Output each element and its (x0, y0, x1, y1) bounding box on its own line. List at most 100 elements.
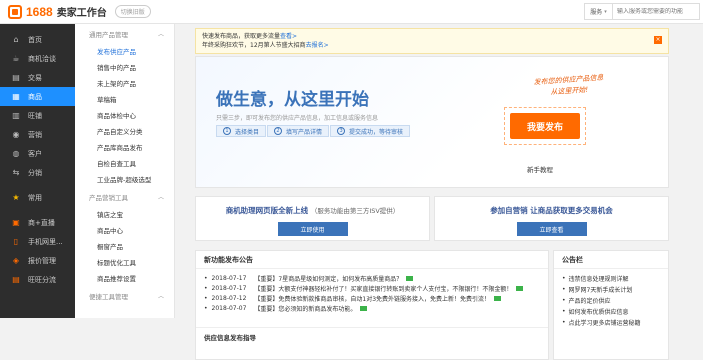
left-nav: ⌂ 首页 ☕ 商机洽谈 ▤ 交易 ▦ 商品 ▥ 旺铺 ◉ 营销 ◍ 客户 ⇆ 分销 ★ 常用 ▣ 商… (0, 24, 75, 318)
list-item[interactable]: • 违禁信息处理规则详解 (562, 273, 660, 284)
logo[interactable]: 1688 卖家工作台 切换旧版 (8, 4, 151, 19)
sub-nav: 通用产品管理 ︿ 发布供应产品 销售中的产品 未上架的产品 草稿箱 商品体检中心 … (75, 24, 175, 318)
nav-label: 交易 (28, 73, 42, 82)
hero-title: 做生意，从这里开始 (216, 90, 369, 110)
announcement-title: 新功能发布公告 (196, 251, 548, 269)
shop-icon: ▥ (12, 111, 20, 120)
logo-mark-icon (8, 4, 22, 19)
live-icon: ▣ (12, 218, 20, 227)
sub-item-custom-category[interactable]: 产品自定义分类 (75, 123, 174, 139)
notice-link-view[interactable]: 查看> (280, 33, 297, 40)
search-bar: 服务 ▾ (584, 3, 700, 20)
list-item[interactable]: • 2018-07-17 【重要】大额支付神器轻松补付了！买家直接银行转账到卖家个人… (204, 283, 540, 293)
wangwang-icon: ▤ (12, 275, 20, 284)
sub-item-treasure[interactable]: 镇店之宝 (75, 206, 174, 222)
new-badge-icon (360, 305, 368, 311)
nav-label: 商机洽谈 (28, 54, 56, 63)
promo-self-marketing: 参加自营销 让商品获取更多交易机会 立即查看 (434, 196, 669, 241)
product-icon: ▦ (12, 92, 20, 101)
hero-desc: 只需三步，即可发布您的供应产品信息，加工信息或服务信息 (216, 115, 379, 122)
new-badge-icon (516, 285, 524, 291)
home-icon: ⌂ (13, 35, 19, 44)
sub-item-self-check[interactable]: 自检自查工具 (75, 155, 174, 171)
nav-item-opportunity[interactable]: ☕ 商机洽谈 (0, 49, 75, 68)
nav-item-frequent[interactable]: ★ 常用 (0, 188, 75, 207)
search-input[interactable] (613, 8, 699, 15)
nav-item-mobile[interactable]: ▯ 手机网里... (0, 232, 75, 251)
bulletin-board: 公告栏 • 违禁信息处理规则详解 • 网罗网7天新手成长计划 • 产品的定价供应 • 如… (553, 250, 669, 360)
notice-link-signup[interactable]: 去报名> (306, 42, 329, 49)
step-3: 3 提交成功，等待审核 (330, 125, 411, 137)
sub-group-marketing[interactable]: 产品营销工具 ︿ (75, 187, 174, 206)
bulletin-title: 公告栏 (554, 251, 668, 269)
sub-item-showcase[interactable]: 橱窗产品 (75, 238, 174, 254)
lower-row: 新功能发布公告 • 2018-07-17 【重要】7星商品星级如何测定，如何发布高质… (195, 250, 669, 360)
guide-link[interactable]: 新手教程 (527, 164, 553, 174)
nav-item-distribution[interactable]: ⇆ 分销 (0, 163, 75, 182)
nav-item-home[interactable]: ⌂ 首页 (0, 30, 75, 49)
sub-group-tools[interactable]: 便捷工具管理 ︿ (75, 286, 174, 305)
new-badge-icon (406, 275, 414, 281)
sub-item-health-check[interactable]: 商品体检中心 (75, 107, 174, 123)
list-item[interactable]: • 点此学习更多店铺运营秘籍 (562, 317, 660, 328)
nav-item-shop[interactable]: ▥ 旺铺 (0, 106, 75, 125)
sub-item-on-sale[interactable]: 销售中的产品 (75, 59, 174, 75)
promo-assistant: 商机助理网页版全新上线 （服务功能由第三方ISV提供） 立即使用 (195, 196, 430, 241)
list-item[interactable]: • 2018-07-07 【重要】您必须知的新商品发布功能。 (204, 303, 540, 313)
publish-button[interactable]: 我要发布 (510, 113, 580, 139)
chevron-up-icon: ︿ (157, 194, 164, 201)
top-bar: 1688 卖家工作台 切换旧版 服务 ▾ (0, 0, 703, 24)
nav-label: 旺铺 (28, 111, 42, 120)
sub-item-product-center[interactable]: 商品中心 (75, 222, 174, 238)
notice-bar: 快速发布商品，获取更多流量查看> 年终采购狂欢节，12月第人节盛大招商去报名> … (195, 28, 669, 54)
nav-item-trade[interactable]: ▤ 交易 (0, 68, 75, 87)
sub-item-publish-supply[interactable]: 发布供应产品 (75, 43, 174, 59)
sub-item-brand-select[interactable]: 工业品牌-超级选型 (75, 171, 174, 187)
search-category-label: 服务 (590, 9, 603, 16)
sub-item-drafts[interactable]: 草稿箱 (75, 91, 174, 107)
sub-item-recommend[interactable]: 商品推荐设置 (75, 270, 174, 286)
notice-line-2: 年终采购狂欢节，12月第人节盛大招商去报名> (202, 42, 329, 49)
publish-hero: 做生意，从这里开始 只需三步，即可发布您的供应产品信息，加工信息或服务信息 1选… (195, 56, 669, 188)
main-content: 快速发布商品，获取更多流量查看> 年终采购狂欢节，12月第人节盛大招商去报名> … (195, 28, 669, 360)
switch-old-version-button[interactable]: 切换旧版 (114, 5, 151, 18)
supply-guide-title: 供应信息发布指导 (196, 327, 548, 345)
list-item[interactable]: • 2018-07-17 【重要】7星商品星级如何测定，如何发布高质量商品？ (204, 273, 540, 283)
new-badge-icon (494, 295, 502, 301)
nav-item-product[interactable]: ▦ 商品 (0, 87, 75, 106)
view-now-button[interactable]: 立即查看 (516, 222, 587, 236)
nav-item-customer[interactable]: ◍ 客户 (0, 144, 75, 163)
sub-group-general[interactable]: 通用产品管理 ︿ (75, 24, 174, 43)
list-item[interactable]: • 2018-07-12 【重要】免费体验新款推商品审核，自动1对3免费外链服务接入… (204, 293, 540, 303)
chat-icon: ☕ (12, 54, 20, 63)
use-now-button[interactable]: 立即使用 (277, 222, 348, 236)
nav-label: 分销 (28, 168, 42, 177)
nav-label: 商+直播 (28, 218, 55, 227)
list-item[interactable]: • 产品的定价供应 (562, 295, 660, 306)
publish-steps: 1 选择类目 2 填写产品详情 3 提交成功，等待审核 (216, 125, 411, 137)
logo-text: 1688 (26, 4, 53, 19)
nav-item-quote[interactable]: ◈ 报价管理 (0, 251, 75, 270)
chevron-up-icon: ︿ (157, 293, 164, 300)
nav-label: 营销 (28, 130, 42, 139)
notice-line-1: 快速发布商品，获取更多流量查看> (202, 33, 298, 40)
list-item[interactable]: • 网罗网7天新手成长计划 (562, 284, 660, 295)
sub-group-label: 通用产品管理 (89, 30, 128, 39)
sub-item-not-listed[interactable]: 未上架的产品 (75, 75, 174, 91)
sub-item-library-publish[interactable]: 产品库商品发布 (75, 139, 174, 155)
nav-label: 旺旺分流 (28, 275, 56, 284)
nav-label: 商品 (28, 92, 42, 101)
nav-item-live[interactable]: ▣ 商+直播 (0, 213, 75, 232)
announcement-panel: 新功能发布公告 • 2018-07-17 【重要】7星商品星级如何测定，如何发布高质… (195, 250, 549, 360)
app-name: 卖家工作台 (56, 8, 107, 19)
close-icon[interactable]: × (654, 36, 662, 44)
sub-item-title-optimize[interactable]: 标题优化工具 (75, 254, 174, 270)
nav-label: 客户 (28, 149, 42, 158)
search-category-select[interactable]: 服务 ▾ (585, 4, 613, 19)
nav-item-wangwang[interactable]: ▤ 旺旺分流 (0, 270, 75, 289)
distribution-icon: ⇆ (12, 168, 20, 177)
list-item[interactable]: • 如何发布优质供应信息 (562, 306, 660, 317)
chevron-down-icon: ▾ (604, 8, 607, 15)
mobile-icon: ▯ (13, 237, 19, 246)
nav-item-marketing[interactable]: ◉ 营销 (0, 125, 75, 144)
